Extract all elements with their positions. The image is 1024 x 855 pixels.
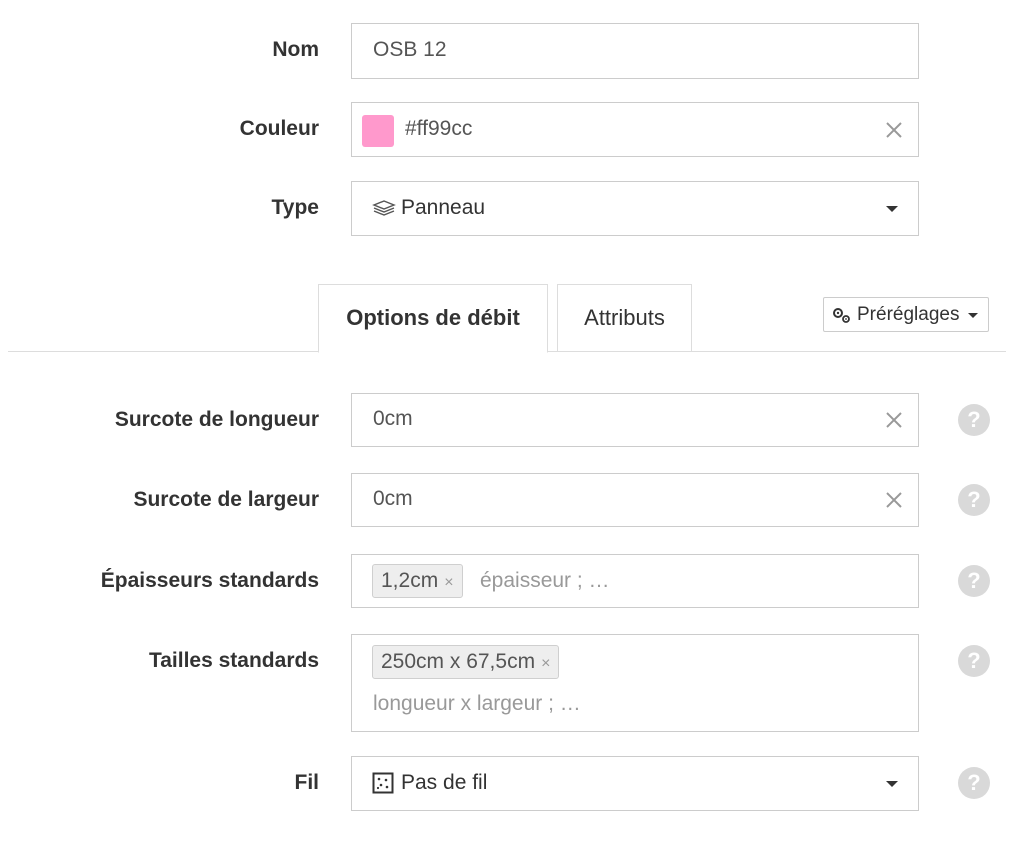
clear-icon[interactable] (884, 410, 904, 430)
presets-label: Préréglages (857, 304, 960, 325)
surcote-largeur-value: 0cm (373, 487, 413, 510)
help-icon[interactable]: ? (958, 565, 990, 597)
tab-attributs[interactable]: Attributs (557, 284, 692, 352)
fil-label: Fil (294, 771, 320, 794)
tailles-label: Tailles standards (148, 649, 319, 672)
tailles-input[interactable]: 250cm x 67,5cm × longueur x largeur ; … (351, 634, 919, 732)
epaisseurs-label: Épaisseurs standards (100, 569, 319, 592)
couleur-value: #ff99cc (405, 117, 473, 140)
surcote-largeur-input[interactable]: 0cm (351, 473, 919, 527)
surcote-longueur-value: 0cm (373, 407, 413, 430)
help-icon[interactable]: ? (958, 645, 990, 677)
epaisseurs-placeholder: épaisseur ; … (480, 569, 610, 592)
type-select[interactable]: Panneau (351, 181, 919, 236)
surcote-longueur-label: Surcote de longueur (114, 408, 319, 431)
color-swatch[interactable] (362, 115, 394, 147)
tab-options-debit[interactable]: Options de débit (318, 284, 548, 353)
remove-tag-icon[interactable]: × (444, 574, 453, 591)
clear-icon[interactable] (884, 490, 904, 510)
epaisseur-tag-label: 1,2cm (381, 569, 439, 592)
grain-icon (372, 772, 394, 794)
fil-select[interactable]: Pas de fil (351, 756, 919, 811)
clear-icon[interactable] (884, 120, 904, 140)
layers-icon (372, 200, 396, 216)
epaisseur-tag: 1,2cm × (372, 564, 463, 598)
surcote-longueur-input[interactable]: 0cm (351, 393, 919, 447)
nom-value: OSB 12 (373, 38, 447, 61)
surcote-largeur-label: Surcote de largeur (133, 488, 319, 511)
type-label: Type (271, 196, 319, 219)
remove-tag-icon[interactable]: × (541, 655, 550, 672)
help-icon[interactable]: ? (958, 484, 990, 516)
nom-input[interactable]: OSB 12 (351, 23, 919, 79)
chevron-down-icon (886, 206, 898, 212)
chevron-down-icon (886, 781, 898, 787)
fil-value: Pas de fil (401, 771, 488, 794)
help-icon[interactable]: ? (958, 404, 990, 436)
cogs-icon (833, 308, 850, 323)
couleur-input[interactable]: #ff99cc (351, 102, 919, 157)
epaisseurs-input[interactable]: 1,2cm × épaisseur ; … (351, 554, 919, 608)
tailles-placeholder: longueur x largeur ; … (373, 692, 581, 715)
couleur-label: Couleur (239, 117, 319, 140)
nom-label: Nom (272, 38, 319, 61)
chevron-down-icon (968, 313, 978, 318)
presets-button[interactable]: Préréglages (823, 297, 989, 332)
taille-tag: 250cm x 67,5cm × (372, 645, 560, 679)
taille-tag-label: 250cm x 67,5cm (381, 650, 536, 673)
help-icon[interactable]: ? (958, 767, 990, 799)
type-value: Panneau (401, 196, 486, 219)
